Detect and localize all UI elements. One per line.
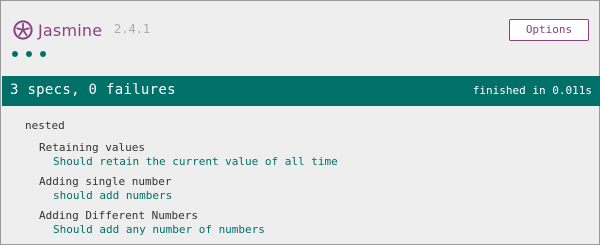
child-suite: Retaining values Should retain the curre… — [39, 141, 338, 169]
child-suite: Adding Different Numbers Should add any … — [39, 209, 338, 237]
version-label: 2.4.1 — [114, 22, 151, 36]
child-suite: Adding single number should add numbers — [39, 175, 338, 203]
spec-link[interactable]: Should add any number of numbers — [53, 223, 338, 237]
suite-title[interactable]: Adding Different Numbers — [39, 209, 338, 223]
jasmine-reporter: Jasmine 2.4.1 Options 3 specs, 0 failure… — [0, 0, 600, 245]
passed-spec-dot[interactable] — [12, 51, 18, 57]
suite-title[interactable]: nested — [25, 119, 338, 133]
options-button[interactable]: Options — [509, 19, 589, 41]
jasmine-logo: Jasmine — [13, 20, 102, 40]
passed-spec-dot[interactable] — [26, 51, 32, 57]
spec-link[interactable]: should add numbers — [53, 189, 338, 203]
suite-title[interactable]: Retaining values — [39, 141, 338, 155]
passed-spec-dot[interactable] — [40, 51, 46, 57]
run-duration: finished in 0.011s — [472, 84, 592, 97]
summary-bar: 3 specs, 0 failures finished in 0.011s — [2, 76, 600, 106]
logo-text: Jasmine — [38, 20, 103, 40]
jasmine-flower-icon — [13, 20, 33, 40]
specs-summary[interactable]: 3 specs, 0 failures — [10, 82, 176, 98]
spec-link[interactable]: Should retain the current value of all t… — [53, 155, 338, 169]
suite-results: nested Retaining values Should retain th… — [25, 119, 338, 237]
spec-progress-dots — [12, 51, 46, 57]
suite-title[interactable]: Adding single number — [39, 175, 338, 189]
